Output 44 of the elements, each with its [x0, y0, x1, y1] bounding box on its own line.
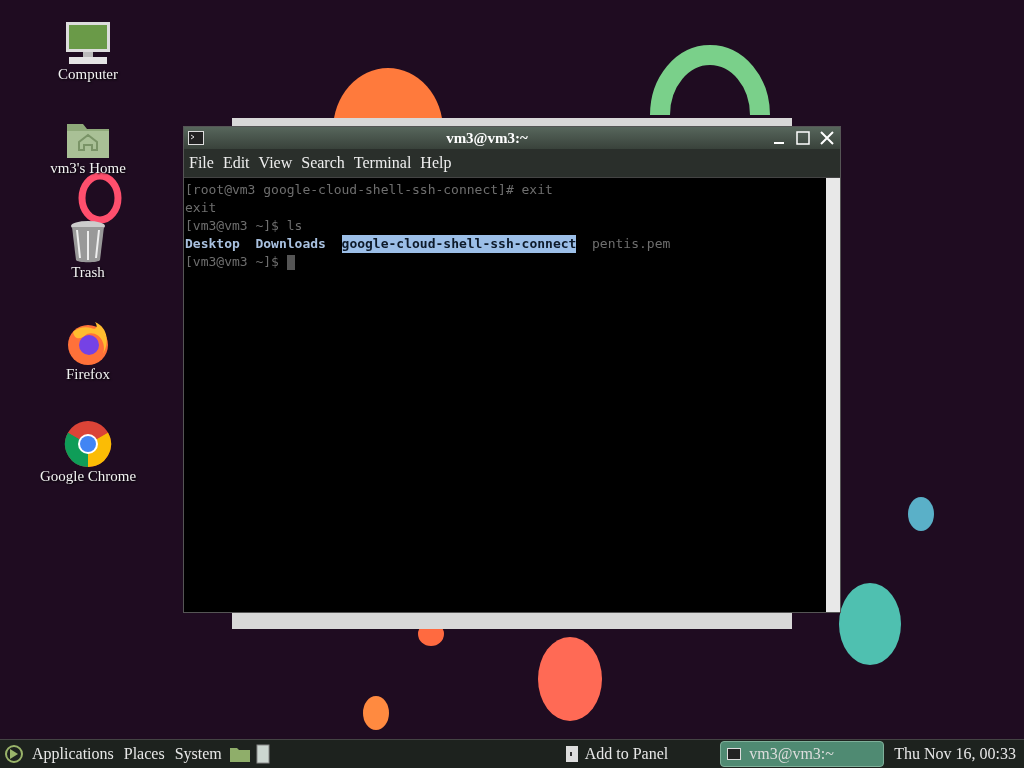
- terminal-prompt: [vm3@vm3 ~]$: [185, 253, 279, 271]
- wallpaper-blob: [908, 497, 934, 531]
- panel-menu[interactable]: Applications: [30, 745, 116, 763]
- directory-name: google-cloud-shell-ssh-connect: [341, 235, 577, 253]
- terminal-line: exit: [185, 199, 217, 217]
- desktop-icon-label[interactable]: Google Chrome: [39, 468, 137, 485]
- text-cursor: [286, 254, 295, 270]
- close-icon: [820, 131, 834, 145]
- menu-item[interactable]: View: [258, 154, 293, 172]
- door-icon: [564, 745, 579, 763]
- folder-icon[interactable]: [229, 746, 250, 762]
- terminal-line: [vm3@vm3 ~]$ ls: [185, 217, 303, 235]
- add-to-panel-launcher[interactable]: Add to Panel: [558, 744, 675, 764]
- menu-item[interactable]: File: [189, 154, 214, 172]
- terminal-icon: [188, 131, 204, 145]
- computer-icon: [63, 20, 113, 66]
- menu-item[interactable]: Edit: [222, 154, 250, 172]
- maximize-icon: [796, 131, 810, 145]
- maximize-button[interactable]: [794, 129, 812, 147]
- menu-item[interactable]: Search: [301, 154, 345, 172]
- desktop-icon-label[interactable]: Computer: [58, 66, 118, 83]
- panel-menu[interactable]: Places: [121, 745, 167, 763]
- directory-name: Desktop: [185, 235, 240, 253]
- trash-icon: [69, 220, 107, 264]
- menu-item[interactable]: Help: [420, 154, 452, 172]
- firefox-icon: [65, 320, 111, 366]
- menu-item[interactable]: Terminal: [353, 154, 412, 172]
- desktop-icon-label[interactable]: vm3's Home: [50, 160, 126, 177]
- directory-name: Downloads: [255, 235, 326, 253]
- chrome-icon: [64, 420, 112, 468]
- wallpaper-blob: [363, 696, 389, 730]
- scrollbar[interactable]: [826, 178, 840, 612]
- close-button[interactable]: [818, 129, 836, 147]
- terminal-line: [root@vm3 google-cloud-shell-ssh-connect]# exit: [185, 181, 553, 199]
- desktop-icon-label[interactable]: Firefox: [65, 366, 111, 383]
- minimize-icon: [774, 142, 784, 144]
- file-name: pentis.pem: [592, 235, 671, 253]
- window-title: vm3@vm3:~: [445, 129, 529, 147]
- desktop-icon-label[interactable]: Trash: [71, 264, 105, 281]
- panel-menu[interactable]: System: [172, 745, 224, 763]
- clock[interactable]: Thu Nov 16, 00:33: [890, 745, 1020, 763]
- terminal-icon: [727, 748, 742, 760]
- notes-icon[interactable]: [255, 744, 270, 764]
- menu-logo-icon[interactable]: [4, 744, 24, 764]
